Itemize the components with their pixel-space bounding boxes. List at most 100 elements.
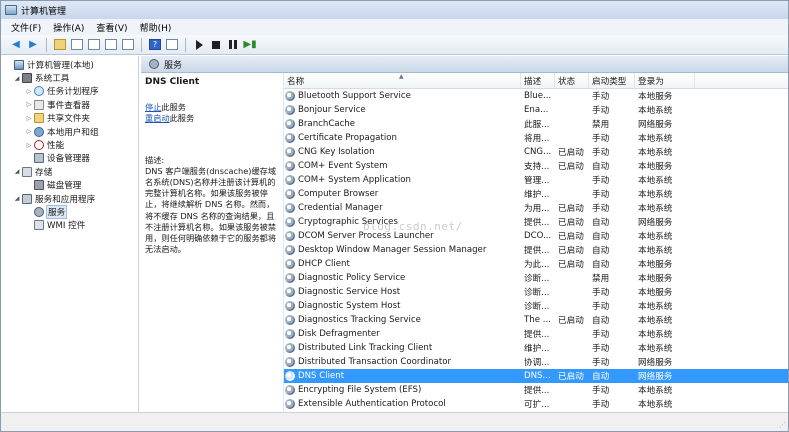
tree-item[interactable]: WMI 控件: [1, 219, 138, 232]
service-row[interactable]: COM+ Event System 支持... 已启动 自动 本地服务: [284, 159, 788, 173]
pause-service-icon[interactable]: [226, 38, 240, 52]
service-row[interactable]: CNG Key Isolation CNG... 已启动 手动 本地系统: [284, 145, 788, 159]
service-row[interactable]: Diagnostics Tracking Service The ... 已启动 自动…: [284, 313, 788, 327]
help-icon[interactable]: ?: [148, 38, 162, 52]
tree-item[interactable]: ◢ 系统工具: [1, 71, 138, 84]
expand-toggle-icon[interactable]: ▷: [25, 142, 33, 149]
gear-icon: [285, 273, 295, 283]
tree-item[interactable]: 设备管理器: [1, 152, 138, 165]
service-row[interactable]: Computer Browser 维护... 手动 本地系统: [284, 187, 788, 201]
service-log-on-as: 本地系统: [638, 386, 673, 396]
service-status: 已启动: [558, 232, 584, 242]
service-row[interactable]: Credential Manager 为用... 已启动 手动 本地系统: [284, 201, 788, 215]
back-arrow-icon[interactable]: ◀: [9, 38, 23, 52]
service-row[interactable]: Diagnostic System Host 诊断... 手动 本地系统: [284, 299, 788, 313]
service-row[interactable]: Diagnostic Policy Service 诊断... 禁用 本地服务: [284, 271, 788, 285]
resize-grip-icon[interactable]: ⋰: [779, 421, 786, 429]
stop-service-icon[interactable]: [209, 38, 223, 52]
menu-action[interactable]: 操作(A): [47, 21, 90, 34]
service-description-panel: DNS Client 停止此服务 重启动此服务 描述: DNS 客户端服务(dn…: [141, 73, 282, 412]
tree-item[interactable]: 服务: [1, 204, 138, 219]
service-description: 提供...: [524, 246, 550, 256]
tree-item-label: 任务计划程序: [47, 87, 99, 98]
show-action-pane-icon[interactable]: [165, 38, 179, 52]
expand-toggle-icon[interactable]: ◢: [13, 195, 21, 202]
column-description[interactable]: 描述: [521, 73, 555, 88]
column-log-on-as[interactable]: 登录为: [635, 73, 695, 88]
service-startup-type: 禁用: [592, 274, 610, 284]
gear-icon: [285, 315, 295, 325]
tree-item-label: 服务和应用程序: [35, 194, 96, 205]
service-name-cell: Diagnostic System Host: [284, 301, 521, 311]
service-name: Diagnostics Tracking Service: [298, 315, 421, 325]
service-row[interactable]: Certificate Propagation 将用... 手动 本地系统: [284, 131, 788, 145]
service-name: Desktop Window Manager Session Manager: [298, 245, 487, 255]
gear-icon: [285, 175, 295, 185]
service-name: Bluetooth Support Service: [298, 91, 411, 101]
up-folder-icon[interactable]: [53, 38, 67, 52]
column-status[interactable]: 状态: [555, 73, 589, 88]
expand-toggle-icon[interactable]: ▷: [25, 88, 33, 95]
navigation-tree: 计算机管理(本地) ◢ 系统工具 ▷ 任务计划程序 ▷ 事件查看器 ▷ 共享文件夹 ▷ 本地用户和组…: [1, 56, 139, 412]
tree-item[interactable]: 磁盘管理: [1, 179, 138, 192]
stop-service-link[interactable]: 停止: [145, 102, 161, 112]
tree-item[interactable]: ▷ 任务计划程序: [1, 85, 138, 98]
service-name: DCOM Server Process Launcher: [298, 231, 434, 241]
service-row[interactable]: COM+ System Application 管理... 手动 本地系统: [284, 173, 788, 187]
service-row[interactable]: Bonjour Service Ena... 手动 本地系统: [284, 103, 788, 117]
service-status: 已启动: [558, 204, 584, 214]
service-name-cell: Distributed Transaction Coordinator: [284, 357, 521, 367]
service-name: Credential Manager: [298, 203, 383, 213]
show-hide-tree-icon[interactable]: [70, 38, 84, 52]
service-row[interactable]: Distributed Link Tracking Client 维护... 手动 本…: [284, 341, 788, 355]
service-description: Ena...: [524, 105, 549, 115]
service-row[interactable]: DHCP Client 为此... 已启动 自动 本地服务: [284, 257, 788, 271]
service-row[interactable]: Disk Defragmenter 提供... 手动 本地系统: [284, 327, 788, 341]
service-log-on-as: 本地服务: [638, 260, 673, 270]
restart-service-icon[interactable]: ▶▮: [243, 38, 257, 52]
tree-item[interactable]: ▷ 本地用户和组: [1, 125, 138, 138]
service-row[interactable]: BranchCache 此服... 禁用 网络服务: [284, 117, 788, 131]
expand-toggle-icon[interactable]: ▷: [25, 128, 33, 135]
service-name: DHCP Client: [298, 259, 350, 269]
tree-item[interactable]: ◢ 存储: [1, 165, 138, 178]
service-startup-type: 手动: [592, 92, 610, 102]
tree-item[interactable]: ▷ 性能: [1, 138, 138, 151]
expand-toggle-icon[interactable]: ▷: [25, 101, 33, 108]
service-startup-type: 手动: [592, 386, 610, 396]
service-status: 已启动: [558, 162, 584, 172]
service-row[interactable]: Extensible Authentication Protocol 可扩... 手…: [284, 397, 788, 411]
service-row[interactable]: DCOM Server Process Launcher DCO... 已启动 自动 本…: [284, 229, 788, 243]
export-list-icon[interactable]: [121, 38, 135, 52]
expand-toggle-icon[interactable]: ◢: [13, 75, 21, 82]
column-startup-type[interactable]: 启动类型: [589, 73, 635, 88]
tree-item-label: 事件查看器: [47, 100, 90, 111]
service-row[interactable]: Encrypting File System (EFS) 提供... 手动 本地系统: [284, 383, 788, 397]
tree-item[interactable]: ▷ 共享文件夹: [1, 112, 138, 125]
service-name-cell: Desktop Window Manager Session Manager: [284, 245, 521, 255]
tree-item[interactable]: 计算机管理(本地): [1, 58, 138, 71]
refresh-icon[interactable]: [104, 38, 118, 52]
computer-management-window: 计算机管理 文件(F) 操作(A) 查看(V) 帮助(H) ◀ ▶ ? ▶▮ 计…: [0, 0, 789, 432]
restart-service-link[interactable]: 重启动: [145, 113, 170, 123]
menu-file[interactable]: 文件(F): [5, 21, 47, 34]
menu-view[interactable]: 查看(V): [90, 21, 133, 34]
service-row[interactable]: Desktop Window Manager Session Manager 提供…: [284, 243, 788, 257]
gear-icon: [285, 217, 295, 227]
properties-icon[interactable]: [87, 38, 101, 52]
service-row[interactable]: Diagnostic Service Host 诊断... 手动 本地服务: [284, 285, 788, 299]
service-row[interactable]: Bluetooth Support Service Blue... 手动 本地服务: [284, 89, 788, 103]
forward-arrow-icon[interactable]: ▶: [26, 38, 40, 52]
service-row[interactable]: Cryptographic Services 提供... 已启动 自动 网络服务: [284, 215, 788, 229]
service-log-on-as: 网络服务: [638, 218, 673, 228]
menu-help[interactable]: 帮助(H): [134, 21, 178, 34]
tree-item[interactable]: ◢ 服务和应用程序: [1, 192, 138, 205]
service-row[interactable]: DNS Client DNS... 已启动 自动 网络服务: [284, 369, 788, 383]
expand-toggle-icon[interactable]: ▷: [25, 115, 33, 122]
service-description: 为用...: [524, 204, 550, 214]
tree-item[interactable]: ▷ 事件查看器: [1, 98, 138, 111]
service-description: 维护...: [524, 190, 550, 200]
expand-toggle-icon[interactable]: ◢: [13, 168, 21, 175]
service-row[interactable]: Distributed Transaction Coordinator 协调...…: [284, 355, 788, 369]
start-service-icon[interactable]: [192, 38, 206, 52]
